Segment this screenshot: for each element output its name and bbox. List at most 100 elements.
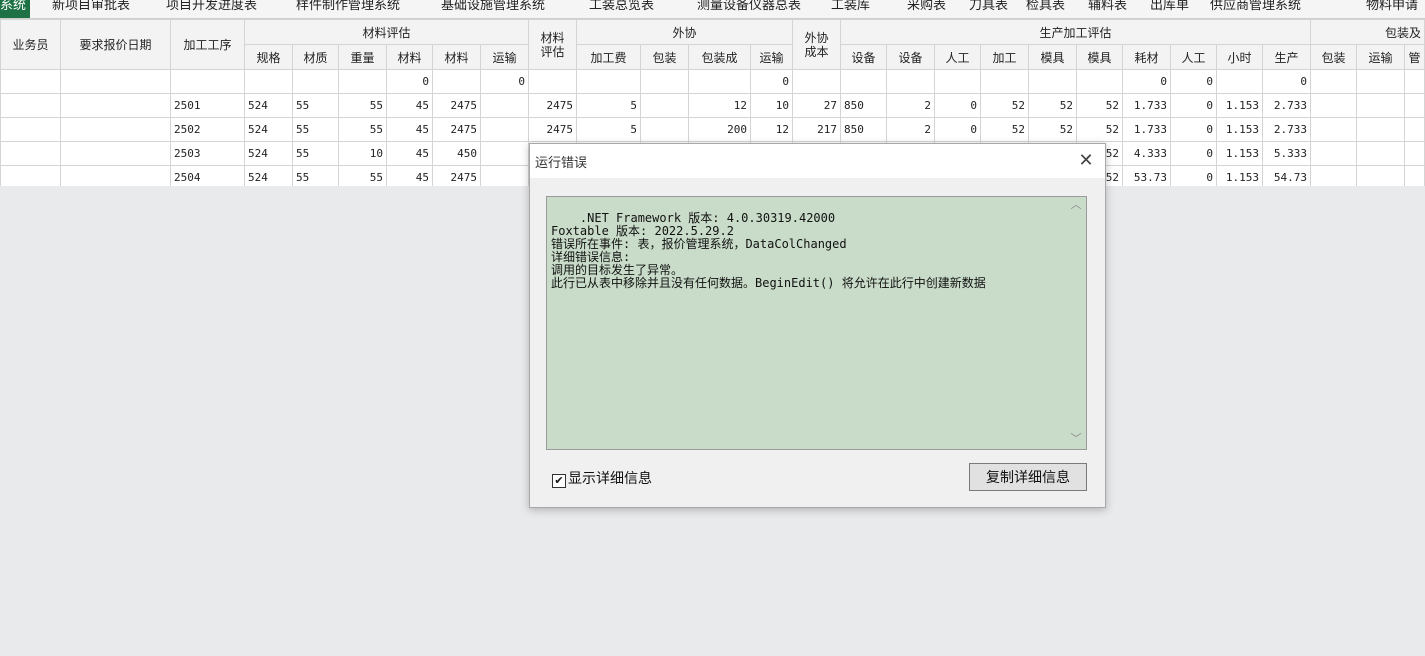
table-cell[interactable]: 1.153 [1216, 165, 1263, 186]
col-header[interactable]: 模具 [1028, 44, 1077, 70]
table-cell[interactable]: 850 [840, 117, 887, 142]
table-cell[interactable]: 524 [244, 117, 293, 142]
col-header[interactable]: 运输 [480, 44, 529, 70]
table-cell[interactable] [60, 93, 171, 118]
table-cell[interactable]: 0 [1170, 117, 1217, 142]
sheet-tab[interactable]: 项目开发进度表 [166, 0, 257, 18]
sheet-tab[interactable]: 工装总览表 [589, 0, 654, 18]
table-cell[interactable]: 55 [338, 165, 387, 186]
table-cell[interactable]: 450 [432, 141, 481, 166]
col-header-quote-date[interactable]: 要求报价日期 [60, 19, 171, 70]
table-cell[interactable]: 2475 [432, 93, 481, 118]
table-cell[interactable]: 2503 [170, 141, 245, 166]
col-header[interactable]: 管 [1404, 44, 1425, 70]
sheet-tab[interactable]: 基础设施管理系统 [441, 0, 545, 18]
col-header[interactable]: 人工 [934, 44, 981, 70]
table-cell[interactable]: 55 [292, 165, 339, 186]
sheet-tab[interactable]: 采购表 [907, 0, 946, 18]
table-cell[interactable]: 52 [1028, 117, 1077, 142]
table-cell[interactable] [480, 165, 529, 186]
table-cell[interactable]: 55 [338, 117, 387, 142]
sheet-tab[interactable]: 样件制作管理系统 [296, 0, 400, 18]
sheet-tab[interactable]: 物料申请 [1366, 0, 1418, 18]
table-cell[interactable] [338, 69, 387, 94]
table-cell[interactable] [480, 141, 529, 166]
table-cell[interactable] [1404, 141, 1425, 166]
chevron-up-icon[interactable]: ︿ [1067, 198, 1085, 214]
col-header-outsource-cost[interactable]: 外协 成本 [792, 19, 841, 70]
table-cell[interactable] [528, 69, 577, 94]
col-header-process[interactable]: 加工工序 [170, 19, 245, 70]
col-header[interactable]: 规格 [244, 44, 293, 70]
table-cell[interactable] [1404, 69, 1425, 94]
table-cell[interactable]: 1.733 [1122, 117, 1171, 142]
table-cell[interactable]: 45 [386, 141, 433, 166]
table-cell[interactable]: 45 [386, 93, 433, 118]
table-cell[interactable]: 0 [1262, 69, 1311, 94]
col-header[interactable]: 包装成 [688, 44, 751, 70]
table-cell[interactable]: 55 [292, 93, 339, 118]
col-header[interactable]: 运输 [1356, 44, 1405, 70]
col-header-salesman[interactable]: 业务员 [0, 19, 61, 70]
table-cell[interactable]: 0 [1170, 165, 1217, 186]
table-cell[interactable] [688, 69, 751, 94]
table-cell[interactable]: 217 [792, 117, 841, 142]
table-cell[interactable]: 55 [338, 93, 387, 118]
table-cell[interactable] [840, 69, 887, 94]
col-header[interactable]: 耗材 [1122, 44, 1171, 70]
table-cell[interactable] [1356, 117, 1405, 142]
table-cell[interactable] [640, 93, 689, 118]
table-cell[interactable]: 52 [1076, 93, 1123, 118]
table-cell[interactable] [480, 117, 529, 142]
col-header[interactable]: 包装 [1310, 44, 1357, 70]
sheet-tab[interactable]: 检具表 [1026, 0, 1065, 18]
table-cell[interactable]: 5 [576, 117, 641, 142]
table-cell[interactable] [1356, 141, 1405, 166]
table-cell[interactable]: 10 [338, 141, 387, 166]
table-cell[interactable]: 2 [886, 93, 935, 118]
table-cell[interactable] [1356, 165, 1405, 186]
table-cell[interactable]: 0 [1122, 69, 1171, 94]
table-cell[interactable]: 2501 [170, 93, 245, 118]
table-cell[interactable]: 0 [934, 93, 981, 118]
col-header[interactable]: 加工费 [576, 44, 641, 70]
sheet-tab[interactable]: 供应商管理系统 [1210, 0, 1301, 18]
table-cell[interactable]: 27 [792, 93, 841, 118]
table-cell[interactable] [1216, 69, 1263, 94]
table-cell[interactable]: 1.153 [1216, 117, 1263, 142]
table-cell[interactable] [1310, 93, 1357, 118]
table-cell[interactable] [1310, 117, 1357, 142]
col-header[interactable]: 小时 [1216, 44, 1263, 70]
table-cell[interactable] [1356, 69, 1405, 94]
table-cell[interactable]: 0 [750, 69, 793, 94]
table-cell[interactable]: 10 [750, 93, 793, 118]
table-cell[interactable]: 55 [292, 117, 339, 142]
table-cell[interactable]: 2475 [432, 117, 481, 142]
table-cell[interactable] [1028, 69, 1077, 94]
table-cell[interactable] [1310, 165, 1357, 186]
table-cell[interactable]: 52 [1076, 117, 1123, 142]
col-header[interactable]: 材料 [432, 44, 481, 70]
table-cell[interactable]: 45 [386, 165, 433, 186]
chevron-down-icon[interactable]: ﹀ [1067, 432, 1085, 448]
table-cell[interactable]: 2504 [170, 165, 245, 186]
table-cell[interactable]: 524 [244, 93, 293, 118]
table-cell[interactable] [934, 69, 981, 94]
copy-details-button[interactable]: 复制详细信息 [969, 463, 1087, 491]
table-cell[interactable]: 52 [980, 117, 1029, 142]
table-cell[interactable] [0, 93, 61, 118]
table-cell[interactable] [1310, 141, 1357, 166]
table-cell[interactable] [640, 69, 689, 94]
col-header[interactable]: 材质 [292, 44, 339, 70]
table-cell[interactable]: 5.333 [1262, 141, 1311, 166]
table-row[interactable]: 2501 524 55 55 45 2475 2475 5 12 10 27 850 2 0 52 52 52 1… [0, 93, 1425, 118]
table-cell[interactable] [576, 69, 641, 94]
table-cell[interactable]: 1.153 [1216, 93, 1263, 118]
table-cell[interactable]: 0 [1170, 141, 1217, 166]
table-cell[interactable]: 12 [750, 117, 793, 142]
table-cell[interactable]: 4.333 [1122, 141, 1171, 166]
table-cell[interactable]: 0 [1170, 93, 1217, 118]
table-cell[interactable]: 2475 [528, 117, 577, 142]
col-header[interactable]: 模具 [1076, 44, 1123, 70]
table-cell[interactable]: 0 [1170, 69, 1217, 94]
